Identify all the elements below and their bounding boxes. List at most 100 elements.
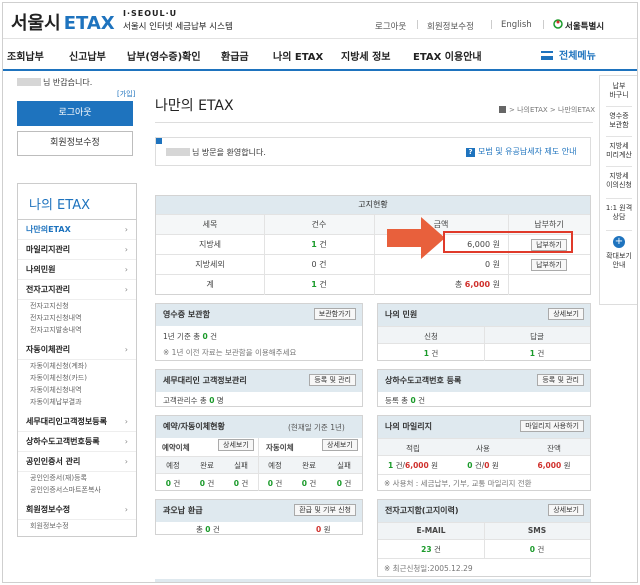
col-header: 예정	[166, 461, 180, 470]
home-icon[interactable]	[499, 106, 506, 113]
divider	[606, 166, 632, 167]
use-mileage-button[interactable]: 마일리지 사용하기	[520, 420, 584, 432]
pay-button[interactable]: 납부하기	[531, 259, 567, 271]
auto-value: 0 건	[199, 479, 215, 488]
lnb-item[interactable]: 나의민원 ›	[18, 260, 136, 280]
lnb-item-label: 마일리지관리	[26, 245, 71, 254]
lnb-item[interactable]: 세무대리인고객정보등록 ›	[18, 412, 136, 432]
greeting: 님 반갑습니다.	[17, 77, 92, 88]
panel-title: 영수증 보관함	[163, 310, 210, 319]
chevron-right-icon: ›	[124, 437, 128, 446]
mileage-note: ※ 사용처 : 세금납부, 기부, 교통 마일리지 전환	[384, 479, 532, 488]
quick-remote-consult[interactable]: 1:1 원격 상담	[600, 204, 637, 222]
quick-receipt-box[interactable]: 영수증 보관함	[600, 112, 637, 130]
chevron-right-icon: ›	[124, 505, 128, 514]
logo-subtitle: 서울시 인터넷 세금납부 시스템	[123, 22, 233, 32]
agent-register-button[interactable]: 등록 및 관리	[309, 374, 356, 386]
quick-zoom-guide[interactable]: 확대보기 안내	[600, 252, 637, 270]
reserve-detail-button[interactable]: 상세보기	[218, 439, 254, 451]
join-link[interactable]: [가입]	[117, 89, 135, 99]
divider	[155, 122, 593, 123]
global-nav: 조회납부 신고납부 납부(영수증)확인 환급금 나의 ETAX 지방세 정보 E…	[3, 38, 637, 71]
panel-title: 전자고지함(고지이력)	[385, 506, 459, 515]
col-header: 답글	[530, 332, 544, 341]
quick-basket[interactable]: 납부 바구니	[600, 82, 637, 100]
lnb-subitem[interactable]: 자동이체신청(계좌)	[18, 360, 136, 372]
divider	[417, 20, 418, 29]
gnb-report-pay[interactable]: 신고납부	[69, 48, 106, 63]
logout-link[interactable]: 로그아웃	[375, 20, 406, 32]
logo-slogan: I·SEOUL·U	[123, 9, 178, 18]
mileage-earned: 1 건/6,000 원	[387, 461, 439, 470]
gnb-inquiry-pay[interactable]: 조회납부	[7, 48, 44, 63]
lnb-subitem[interactable]: 자동이체신청내역	[18, 384, 136, 396]
lnb-subitem[interactable]: 전자고지발송내역	[18, 324, 136, 336]
gnb-etax-guide[interactable]: ETAX 이용안내	[413, 48, 482, 63]
lnb-item-label: 세무대리인고객정보등록	[26, 417, 107, 426]
refund-amount: 0 원	[316, 525, 331, 534]
member-edit-link[interactable]: 회원정보수정	[427, 20, 474, 32]
row-amount: 총 6,000 원	[454, 280, 500, 289]
lnb-item[interactable]: 전자고지관리 ›	[18, 280, 136, 300]
divider	[484, 522, 485, 558]
lnb-subitem[interactable]: 회원정보수정	[18, 520, 136, 532]
col-header: 완료	[200, 461, 214, 470]
logo-etax: ETAX	[63, 13, 115, 34]
quick-objection[interactable]: 지방세 이의신청	[600, 172, 637, 190]
civil-request-count: 1 건	[423, 349, 439, 358]
ebill-detail-button[interactable]: 상세보기	[548, 504, 584, 516]
gnb-local-tax-info[interactable]: 지방세 정보	[341, 48, 390, 63]
footer-strip	[155, 579, 591, 582]
lnb-item[interactable]: 상하수도고객번호등록 ›	[18, 432, 136, 452]
lnb-item-label: 공인인증서 관리	[26, 457, 81, 466]
chevron-right-icon: ›	[124, 225, 128, 234]
civil-detail-button[interactable]: 상세보기	[548, 308, 584, 320]
lnb-subitem[interactable]: 자동이체신청(카드)	[18, 372, 136, 384]
lnb-subitem[interactable]: 공인인증서스마트폰복사	[18, 484, 136, 496]
divider	[378, 474, 590, 475]
logo-text: 서울시	[11, 13, 61, 34]
chevron-right-icon: ›	[124, 457, 128, 466]
seoul-city-link[interactable]: 서울특별시	[565, 20, 604, 32]
lnb-item[interactable]: 공인인증서 관리 ›	[18, 452, 136, 472]
lnb-item[interactable]: 마일리지관리 ›	[18, 240, 136, 260]
water-register-button[interactable]: 등록 및 관리	[537, 374, 584, 386]
quick-tax-calc[interactable]: 지방세 미리계산	[600, 142, 637, 160]
divider	[508, 214, 509, 295]
lnb-item[interactable]: 회원정보수정 ›	[18, 500, 136, 520]
lnb-subitem[interactable]: 공인인증서(재)등록	[18, 472, 136, 484]
col-header: 신청	[424, 332, 438, 341]
col-header: 세목	[202, 220, 218, 229]
go-receipt-box-button[interactable]: 보관함가기	[313, 308, 356, 320]
left-nav: 나의 ETAX 나만의ETAX › 마일리지관리 › 나의민원 › 전자고지관리 › 전자고지신…	[17, 183, 137, 537]
zoom-plus-icon[interactable]: +	[613, 236, 625, 248]
lnb-title: 나의 ETAX	[18, 184, 136, 220]
lnb-subitem[interactable]: 전자고지신청내역	[18, 312, 136, 324]
gnb-receipt-check[interactable]: 납부(영수증)확인	[127, 48, 201, 63]
model-taxpayer-link[interactable]: ? 모범 및 유공납세자 제도 안내	[466, 146, 577, 157]
row-count: 1 건	[311, 280, 327, 289]
auto-detail-button[interactable]: 상세보기	[322, 439, 358, 451]
breadcrumb: > 나의ETAX > 나만의ETAX	[499, 105, 595, 115]
bill-title: 고지현황	[156, 196, 590, 214]
gnb-my-etax[interactable]: 나의 ETAX	[273, 48, 323, 63]
lnb-subitem[interactable]: 전자고지신청	[18, 300, 136, 312]
highlight-box	[443, 231, 573, 253]
all-menu-button[interactable]: 전체메뉴	[541, 47, 596, 62]
col-header: 실패	[337, 461, 351, 470]
lnb-item[interactable]: 자동이체관리 ›	[18, 340, 136, 360]
chevron-right-icon: ›	[124, 345, 128, 354]
refund-request-button[interactable]: 환급 및 기부 신청	[294, 504, 356, 516]
table-row: 지방세외 0 건 0 원 납부하기	[156, 254, 590, 274]
lnb-subitem[interactable]: 자동이체납부결과	[18, 396, 136, 408]
member-edit-button[interactable]: 회원정보수정	[17, 131, 133, 156]
panel-title: 나의 마일리지	[385, 422, 432, 431]
lnb-item[interactable]: 나만의ETAX ›	[18, 220, 136, 240]
logout-button[interactable]: 로그아웃	[17, 101, 133, 126]
refund-count: 총 0 건	[196, 525, 220, 534]
english-link[interactable]: English	[501, 20, 532, 30]
gnb-refund[interactable]: 환급금	[221, 48, 249, 63]
divider	[484, 326, 485, 361]
mileage-panel: 나의 마일리지 마일리지 사용하기 적립 사용 잔액 1 건/6,000 원 0…	[377, 415, 591, 491]
page-frame: 서울시 ETAX I·SEOUL·U 서울시 인터넷 세금납부 시스템 로그아웃 …	[2, 2, 638, 583]
